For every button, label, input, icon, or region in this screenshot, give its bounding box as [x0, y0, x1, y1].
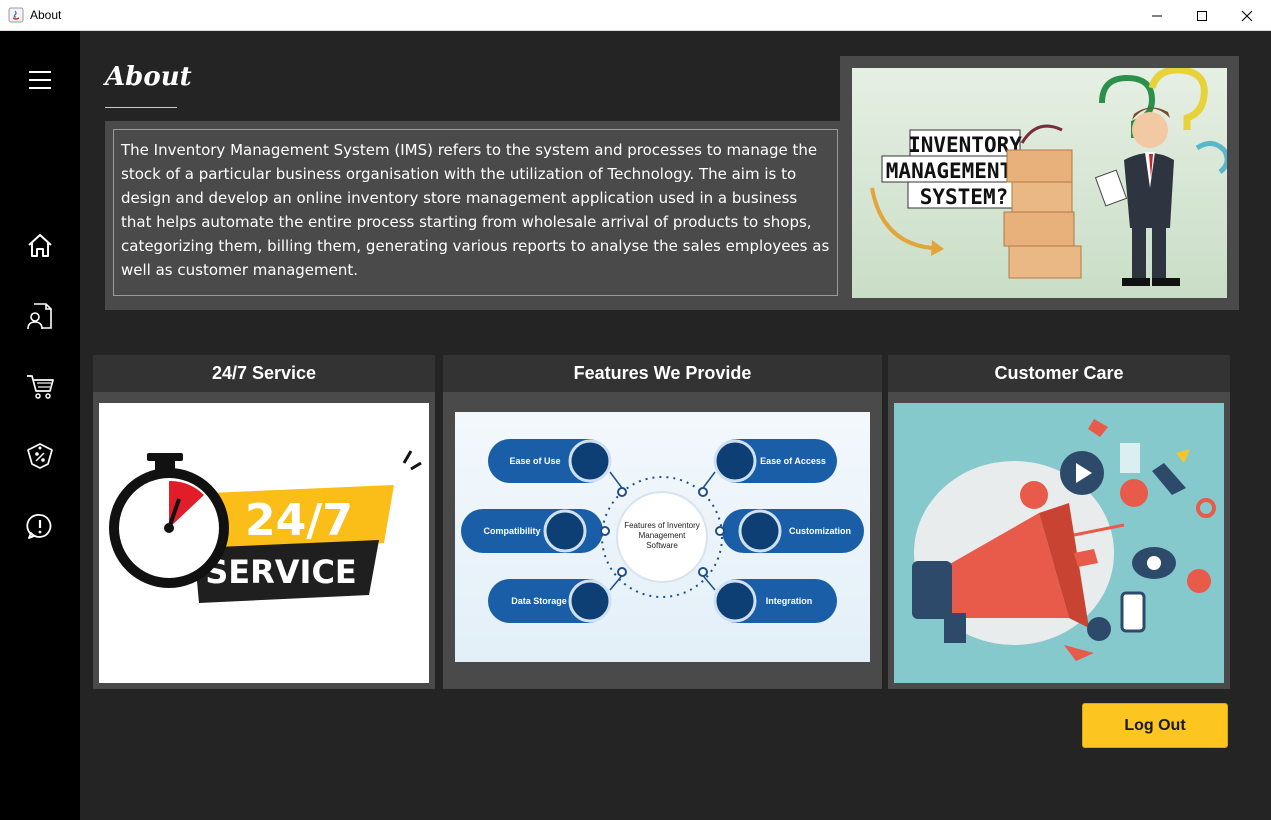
logout-button[interactable]: Log Out — [1082, 703, 1228, 748]
features-center-line-1: Features of Inventory — [624, 521, 700, 530]
info-alert-icon — [26, 514, 52, 539]
features-image: Features of Inventory Management Softwar… — [455, 412, 870, 662]
service-image: 24/7 SERVICE — [99, 403, 429, 683]
feature-pill-customization: Customization — [722, 509, 864, 553]
maximize-button[interactable] — [1179, 0, 1225, 31]
feature-pill-integration: Integration — [713, 579, 837, 623]
menu-button[interactable] — [24, 64, 56, 96]
feature-label-customization: Customization — [789, 526, 851, 536]
home-icon — [28, 234, 52, 257]
features-center-line-3: Software — [646, 541, 678, 550]
title-underline — [105, 107, 177, 108]
ims-image-frame: INVENTORY MANAGEMENT SYSTEM? — [840, 56, 1239, 310]
features-card-title: Features We Provide — [443, 355, 882, 392]
features-diagram: Features of Inventory Management Softwar… — [461, 439, 864, 623]
minimize-button[interactable] — [1134, 0, 1180, 31]
close-icon — [1241, 10, 1253, 21]
main-content: About The Inventory Management System (I… — [80, 31, 1271, 820]
sidebar-item-about[interactable] — [24, 510, 56, 542]
features-center-line-2: Management — [639, 531, 686, 540]
service-card: 24/7 Service 24/7 SERVICE — [93, 355, 435, 689]
customer-care-card-title: Customer Care — [888, 355, 1230, 392]
ims-illustration: INVENTORY MANAGEMENT SYSTEM? — [852, 68, 1227, 298]
feature-label-ease-of-use: Ease of Use — [509, 456, 560, 466]
page-title: About — [105, 62, 192, 92]
feature-pill-data-storage: Data Storage — [488, 579, 612, 623]
user-document-icon — [27, 303, 52, 330]
maximize-icon — [1197, 10, 1207, 21]
feature-label-data-storage: Data Storage — [511, 596, 567, 606]
megaphone-illustration — [912, 419, 1216, 661]
service-card-title: 24/7 Service — [93, 355, 435, 392]
discount-tag-icon — [27, 443, 53, 469]
sidebar-item-home[interactable] — [24, 230, 56, 262]
menu-icon — [29, 71, 51, 89]
customer-care-image — [894, 403, 1224, 683]
stopwatch-24-7-graphic: 24/7 SERVICE — [109, 450, 422, 603]
feature-pill-compatibility: Compatibility — [461, 509, 603, 553]
cart-icon — [27, 375, 54, 399]
feature-label-compatibility: Compatibility — [483, 526, 540, 536]
features-card: Features We Provide Features of Inventor… — [443, 355, 882, 689]
customer-care-card: Customer Care — [888, 355, 1230, 689]
sidebar-item-discounts[interactable] — [24, 440, 56, 472]
feature-pill-ease-of-access: Ease of Access — [713, 439, 837, 483]
ims-illustration-graphic: INVENTORY MANAGEMENT SYSTEM? — [870, 68, 1227, 286]
about-description: The Inventory Management System (IMS) re… — [113, 129, 838, 296]
window-titlebar: About — [0, 0, 1271, 31]
ims-banner-line-2: MANAGEMENT — [886, 159, 1012, 183]
about-panel: The Inventory Management System (IMS) re… — [105, 56, 1239, 310]
ims-banner-line-3: SYSTEM? — [920, 185, 1009, 209]
service-badge-subtext: SERVICE — [205, 553, 357, 591]
sidebar — [0, 31, 80, 820]
feature-label-ease-of-access: Ease of Access — [760, 456, 826, 466]
window-title: About — [30, 8, 62, 22]
feature-label-integration: Integration — [766, 596, 813, 606]
sidebar-item-cart[interactable] — [24, 370, 56, 402]
ims-banner-line-1: INVENTORY — [908, 133, 1022, 157]
feature-pill-ease-of-use: Ease of Use — [488, 439, 612, 483]
service-badge-text: 24/7 — [245, 495, 353, 546]
sidebar-item-users[interactable] — [24, 300, 56, 332]
java-app-icon — [8, 7, 24, 23]
minimize-icon — [1152, 15, 1162, 16]
close-button[interactable] — [1224, 0, 1270, 31]
